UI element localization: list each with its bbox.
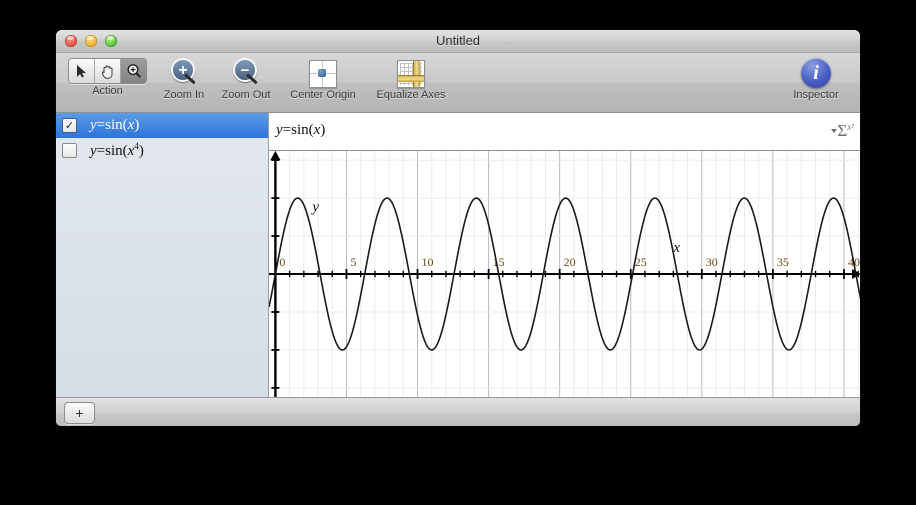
equation-checkbox[interactable]: ✓ [62,118,77,133]
list-item[interactable]: y=sin(x4) [56,138,268,163]
bottom-bar: + [56,397,860,426]
window-title: Untitled [435,33,481,48]
svg-text:15: 15 [493,255,505,269]
add-equation-button[interactable]: + [64,402,95,424]
toolbar: Action + Zoom In − Zoom Out Center Origi… [56,53,860,113]
zoom-out-label: Zoom Out [221,89,271,101]
list-item[interactable]: ✓ y=sin(x) [56,113,268,138]
center-origin-label: Center Origin [290,89,356,101]
svg-text:10: 10 [422,255,434,269]
center-origin-icon [309,60,337,88]
zoom-out-icon: − [231,58,261,88]
zoom-in-button[interactable]: + Zoom In [156,58,212,101]
superscript-icon: x² [847,122,854,132]
sine-plot: 0 5 10 15 20 25 30 35 40yx [269,151,860,397]
plot-area[interactable]: 0 5 10 15 20 25 30 35 40 y x [269,151,860,397]
zoom-in-label: Zoom In [163,89,205,101]
window-titlebar[interactable]: Untitled [56,30,860,53]
zoom-tool-icon[interactable] [121,59,146,83]
hand-tool-icon[interactable] [95,59,121,83]
equalize-axes-icon [397,60,425,88]
inspector-button[interactable]: i Inspector [782,58,850,101]
info-icon: i [801,58,831,88]
inspector-label: Inspector [793,89,839,101]
formula-bar[interactable]: y=sin(x) Σ x² [269,113,860,151]
zoom-out-button[interactable]: − Zoom Out [214,58,278,101]
action-label: Action [92,85,123,97]
graph-pane: y=sin(x) Σ x² 0 5 10 15 20 25 30 35 40 y x [269,113,860,397]
equation-checkbox[interactable] [62,143,77,158]
equation-list-sidebar: ✓ y=sin(x) y=sin(x4) [56,113,269,397]
svg-text:y: y [310,200,319,216]
svg-text:30: 30 [706,255,718,269]
center-origin-button[interactable]: Center Origin [282,58,364,101]
list-item-label: y=sin(x4) [90,141,144,159]
zoom-in-icon: + [169,58,199,88]
svg-text:20: 20 [564,255,576,269]
arrow-tool-icon[interactable] [69,59,95,83]
graph-window: Untitled Action + Zoom In − Zoom Out Cen… [56,30,860,426]
sigma-icon: Σ [837,121,848,140]
action-tool-group: Action [68,58,147,97]
svg-text:0: 0 [279,255,285,269]
formula-text: y=sin(x) [276,122,326,138]
equalize-axes-label: Equalize Axes [376,89,446,101]
list-item-label: y=sin(x) [90,117,140,133]
equalize-axes-button[interactable]: Equalize Axes [366,58,456,101]
svg-text:35: 35 [777,255,789,269]
svg-text:5: 5 [350,255,356,269]
window-body: ✓ y=sin(x) y=sin(x4) y=sin(x) Σ x² 0 5 10 1… [56,113,860,397]
math-symbol-button[interactable]: Σ x² [831,121,854,140]
action-segmented-control[interactable] [68,58,147,84]
chevron-down-icon [831,129,838,133]
